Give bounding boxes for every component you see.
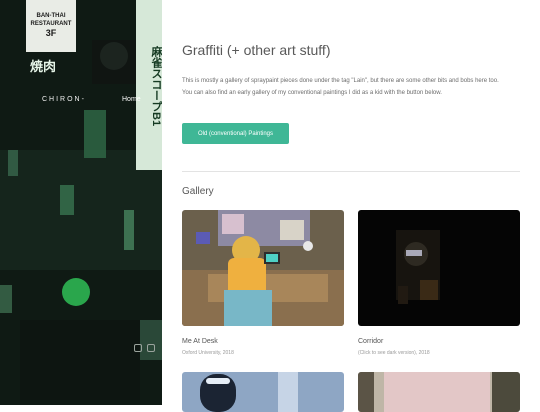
gallery-item-subtitle: Oxford University, 2018 — [182, 350, 234, 356]
site-name: CHIRON- — [42, 96, 86, 103]
gallery-item-me-at-desk[interactable]: Me At Desk Oxford University, 2018 — [182, 210, 344, 356]
restaurant-sign-line1: BAN-THAI — [36, 13, 66, 19]
gallery-heading: Gallery — [182, 186, 214, 197]
nav-home-link[interactable]: Home — [122, 96, 141, 103]
intro-line-1: This is mostly a gallery of spraypaint p… — [182, 78, 499, 84]
old-paintings-button[interactable]: Old (conventional) Paintings — [182, 123, 289, 144]
gallery-item-subtitle: (Click to see dark version), 2018 — [358, 350, 430, 356]
page-title: Graffiti (+ other art stuff) — [182, 42, 331, 58]
intro-line-2: You can also find an early gallery of my… — [182, 90, 442, 96]
gallery-item-title: Me At Desk — [182, 338, 218, 345]
section-divider — [182, 171, 520, 172]
gallery-item-3[interactable] — [182, 372, 344, 412]
sidebar: BAN-THAI RESTAURANT 3F 麻雀スコープB1 焼肉 CHIRO… — [0, 0, 162, 405]
gallery-image[interactable] — [182, 210, 344, 326]
gallery-item-4[interactable] — [358, 372, 520, 412]
social-icons — [134, 344, 155, 352]
gallery-item-title: Corridor — [358, 338, 384, 345]
gallery-image[interactable] — [182, 372, 344, 412]
github-icon[interactable] — [147, 344, 155, 352]
restaurant-sign-line2: RESTAURANT — [30, 21, 72, 27]
gallery-image[interactable] — [358, 372, 520, 412]
instagram-icon[interactable] — [134, 344, 142, 352]
vertical-neon-sign: 麻雀スコープB1 — [136, 0, 162, 170]
gallery-image[interactable] — [358, 210, 520, 326]
restaurant-sign-line3: 3F — [45, 28, 57, 38]
gallery-item-corridor[interactable]: Corridor (Click to see dark version), 20… — [358, 210, 520, 356]
intro-text: This is mostly a gallery of spraypaint p… — [182, 75, 520, 99]
restaurant-sign: BAN-THAI RESTAURANT 3F — [26, 0, 76, 52]
yakiniku-sign: 焼肉 — [30, 59, 57, 74]
